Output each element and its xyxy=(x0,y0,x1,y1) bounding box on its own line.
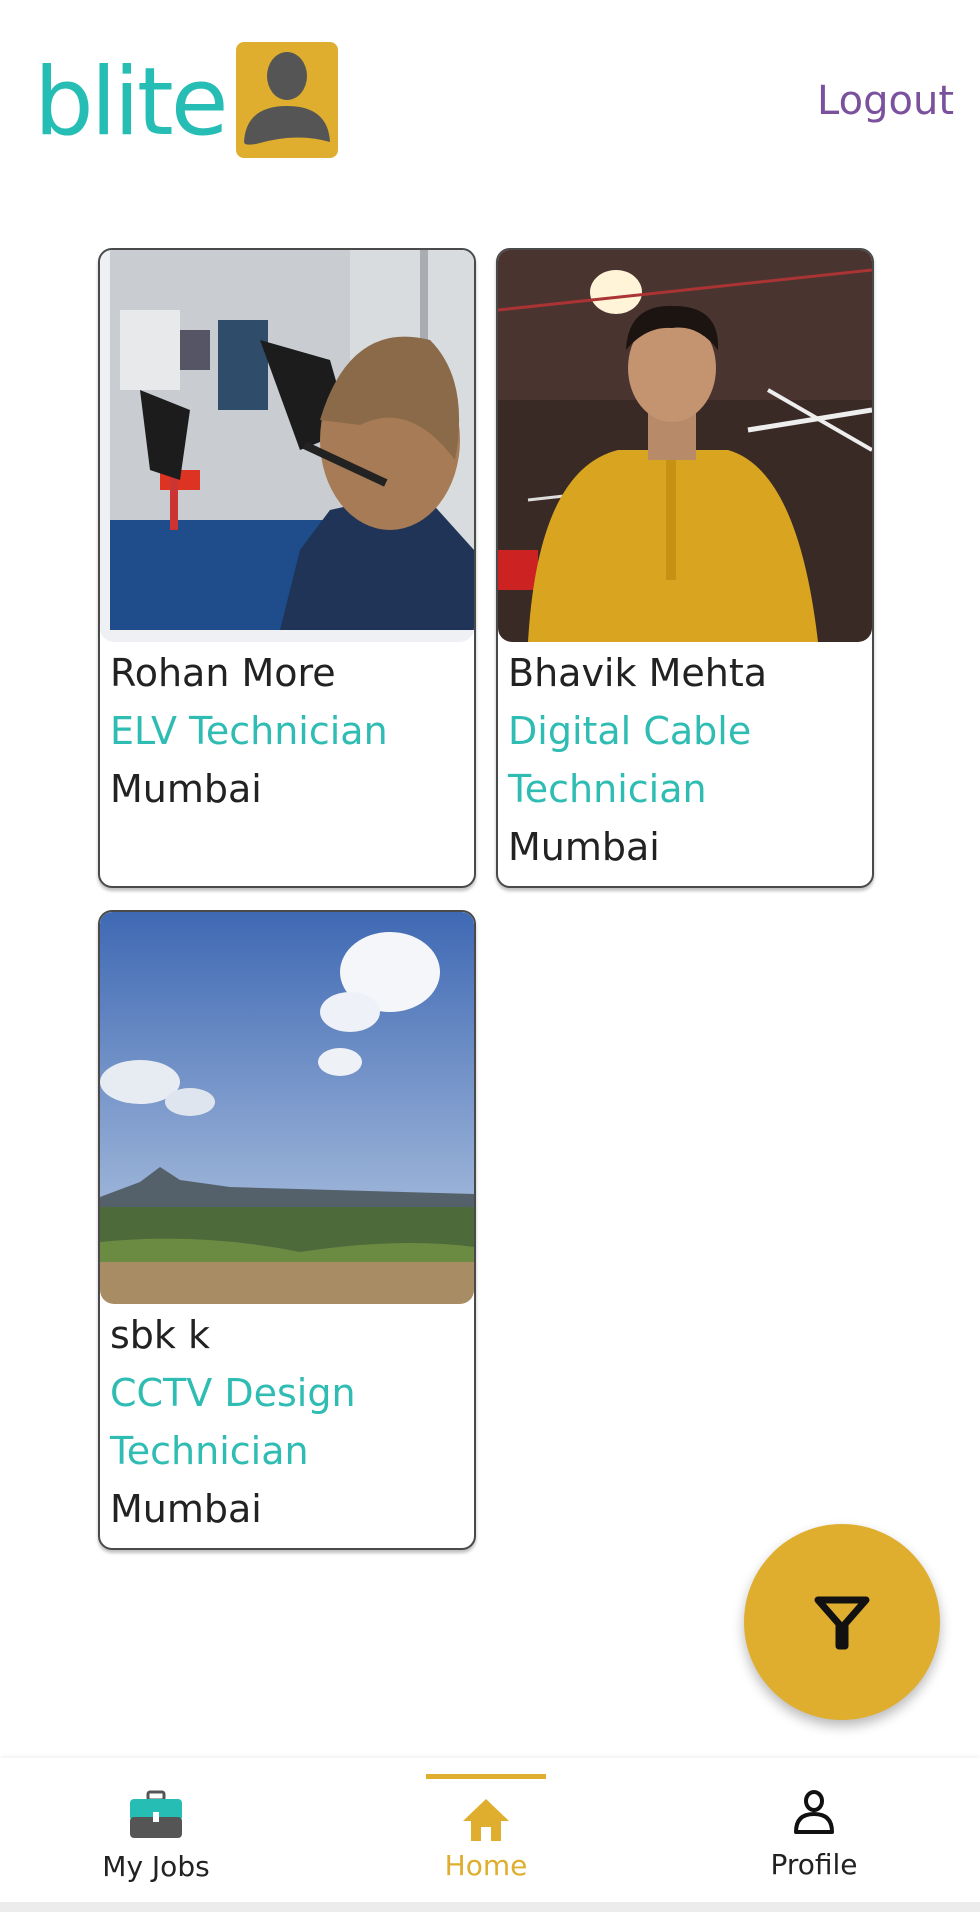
technician-city: Mumbai xyxy=(508,825,660,869)
nav-item-profile[interactable]: Profile xyxy=(694,1758,934,1902)
technician-name: sbk k xyxy=(110,1313,211,1357)
technician-name: Rohan More xyxy=(110,651,336,695)
technician-city: Mumbai xyxy=(110,1487,262,1531)
filter-icon xyxy=(814,1596,870,1650)
technician-photo xyxy=(498,250,872,642)
logo-person-icon xyxy=(235,42,338,158)
app-header: blite Logout xyxy=(0,0,980,200)
nav-item-home[interactable]: Home xyxy=(366,1758,606,1902)
technician-card[interactable]: sbk k CCTV Design Technician Mumbai xyxy=(98,910,476,1550)
home-icon xyxy=(463,1799,509,1841)
brand-logo: blite xyxy=(34,42,338,158)
system-bar xyxy=(0,1902,980,1912)
filter-button[interactable] xyxy=(744,1524,940,1720)
technician-card[interactable]: Bhavik Mehta Digital Cable Technician Mu… xyxy=(496,248,874,888)
logout-button[interactable]: Logout xyxy=(817,78,954,124)
person-icon xyxy=(794,1790,834,1834)
nav-item-my-jobs[interactable]: My Jobs xyxy=(36,1758,276,1902)
logo-text: blite xyxy=(34,48,229,157)
nav-label: Home xyxy=(444,1849,528,1882)
technician-photo xyxy=(100,912,474,1304)
bottom-navigation: My Jobs Home Profile xyxy=(0,1758,980,1902)
active-indicator xyxy=(426,1774,546,1779)
briefcase-icon xyxy=(130,1790,182,1838)
technician-role: Digital Cable Technician xyxy=(508,709,752,811)
nav-label: Profile xyxy=(770,1848,858,1881)
technician-name: Bhavik Mehta xyxy=(508,651,768,695)
technician-role: CCTV Design Technician xyxy=(110,1371,356,1473)
nav-label: My Jobs xyxy=(102,1850,210,1883)
technician-card[interactable]: Rohan More ELV Technician Mumbai xyxy=(98,248,476,888)
technician-role: ELV Technician xyxy=(110,709,388,753)
technician-photo xyxy=(100,250,474,642)
technician-city: Mumbai xyxy=(110,767,262,811)
